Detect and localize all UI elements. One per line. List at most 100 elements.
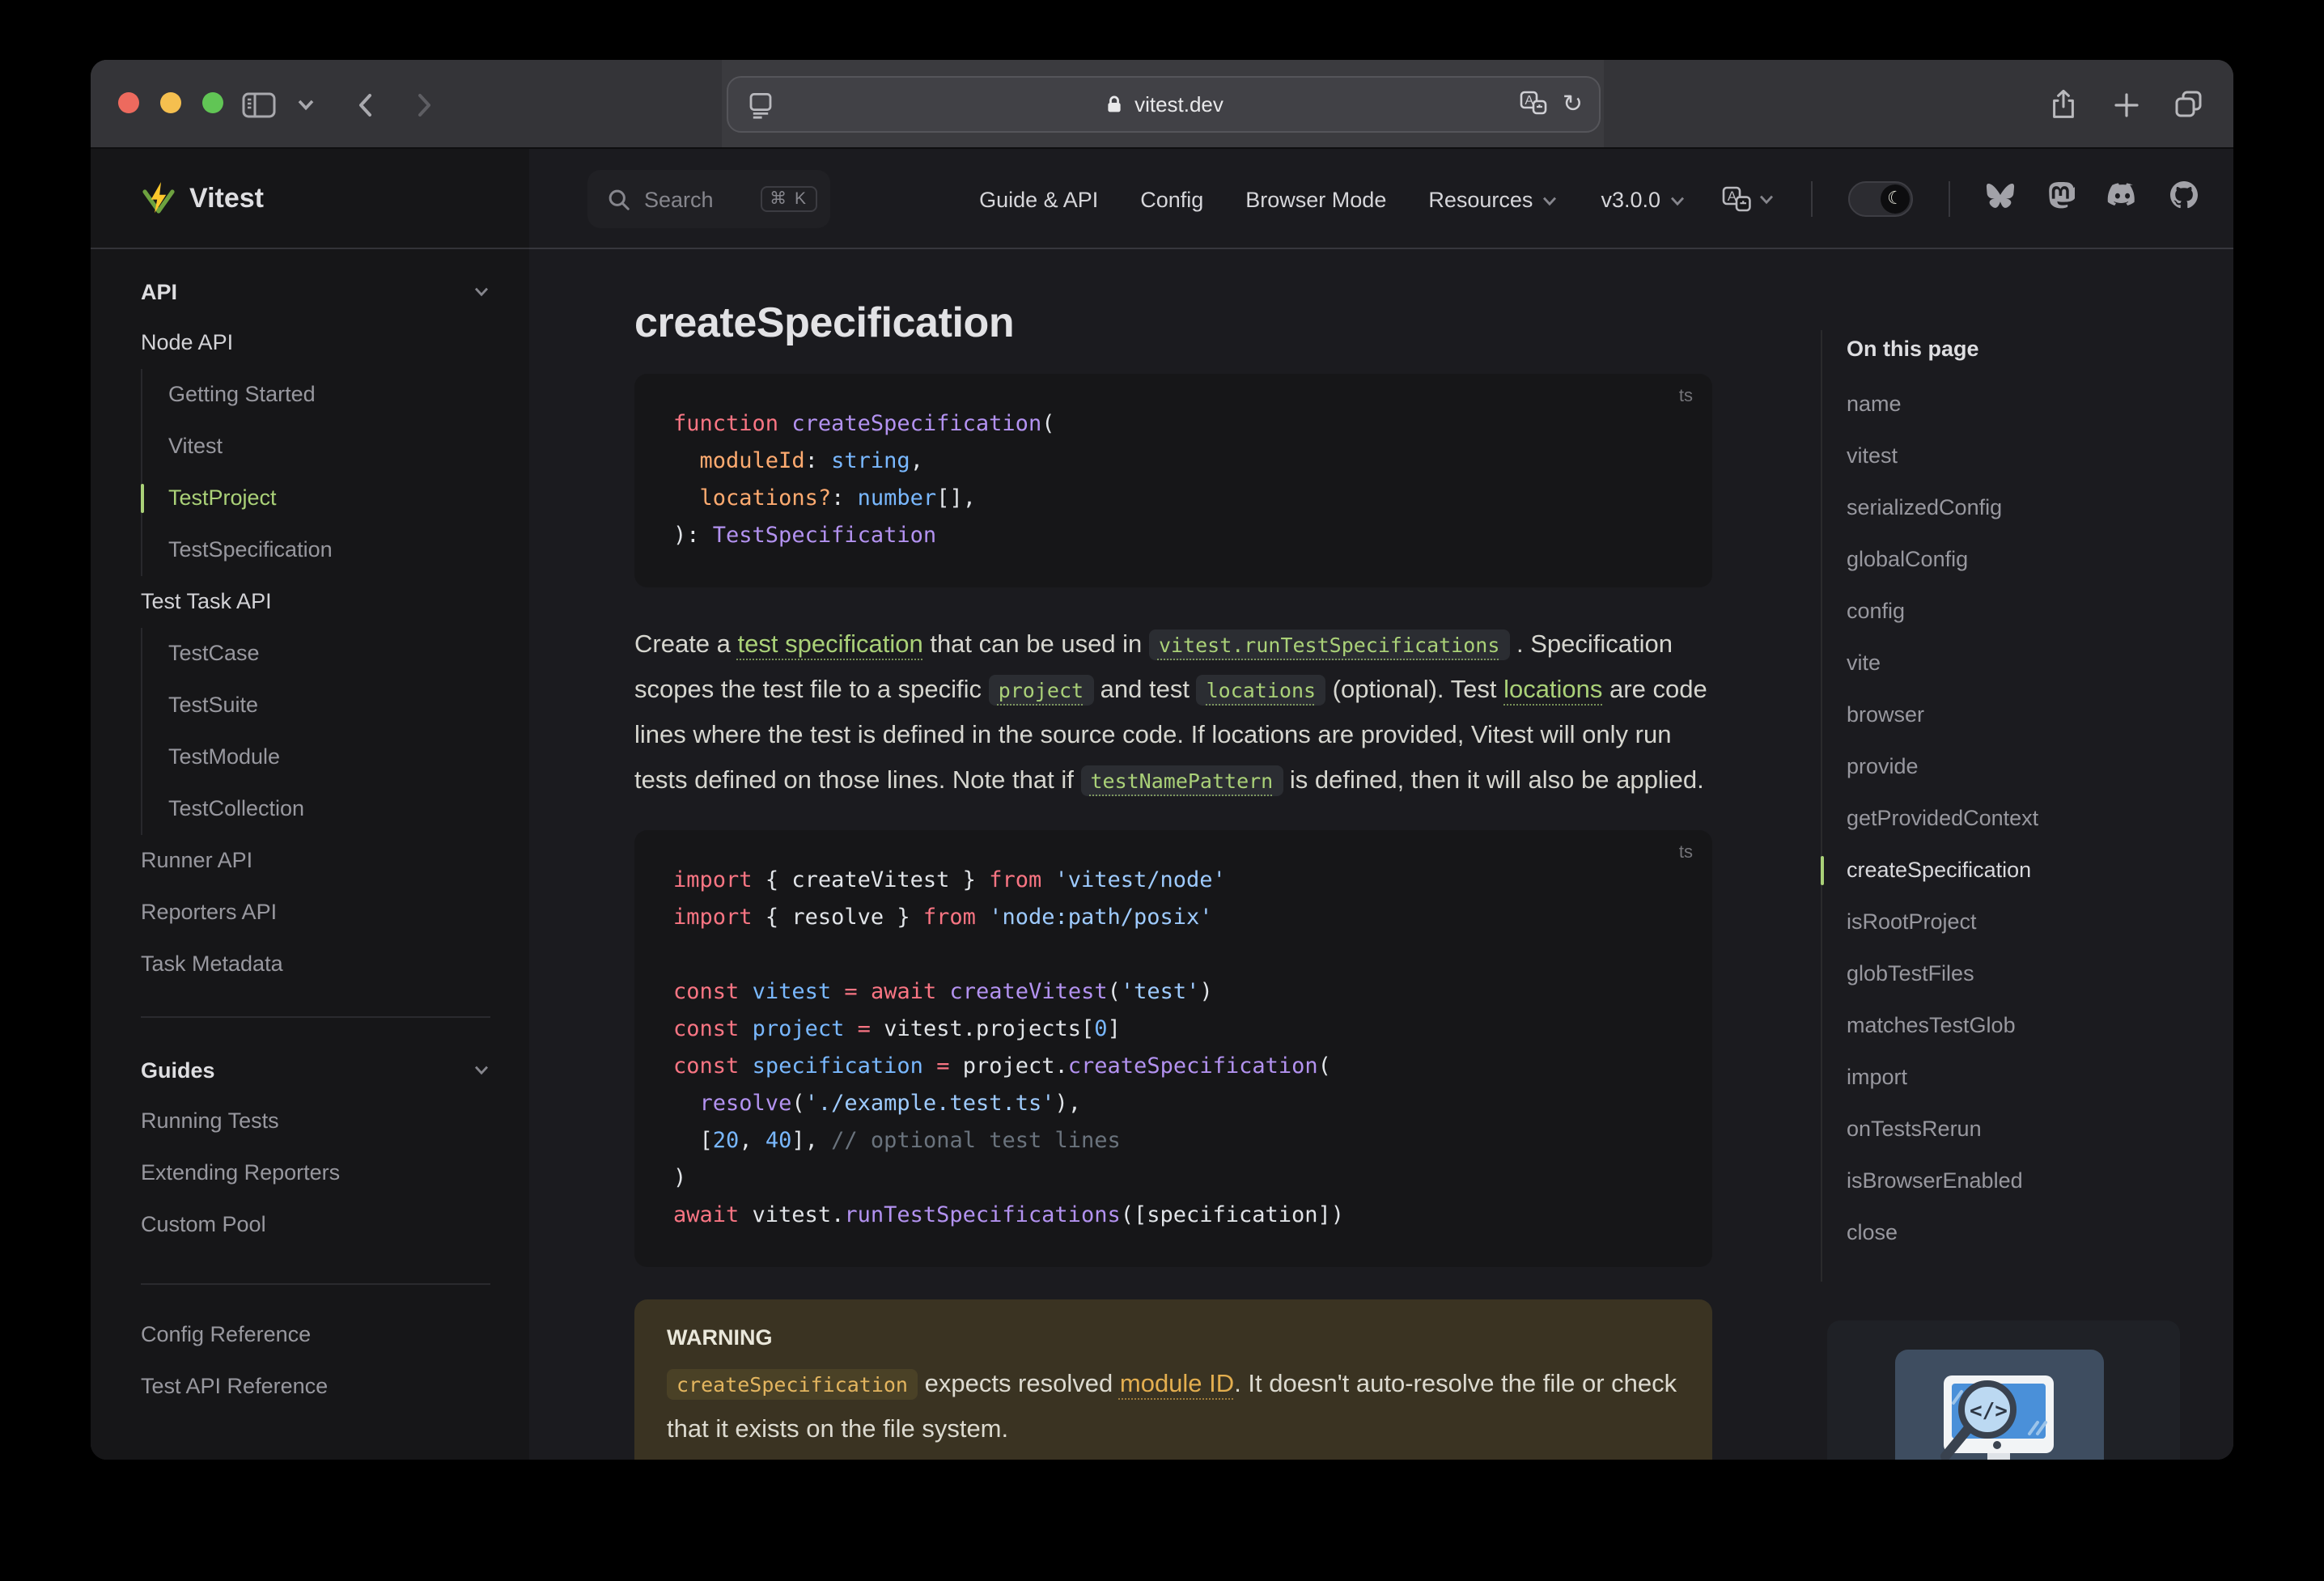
- forward-icon[interactable]: [408, 60, 440, 149]
- sidebar-item-runner-api[interactable]: Runner API: [141, 835, 490, 887]
- sidebar-chevron-icon[interactable]: [296, 60, 316, 149]
- inline-code-link[interactable]: project: [988, 675, 1094, 706]
- back-icon[interactable]: [350, 60, 382, 149]
- nav-item-browser-mode[interactable]: Browser Mode: [1245, 187, 1386, 211]
- zoom-button[interactable]: [202, 92, 223, 113]
- vitest-bolt-icon: [142, 182, 175, 214]
- toc-item-createspecification[interactable]: createSpecification: [1821, 845, 2212, 896]
- code-content: function createSpecification( moduleId: …: [634, 374, 1712, 587]
- sidebar-nav: API Node API Getting Started Vitest TestProj…: [91, 149, 529, 1413]
- nav-item-v3-0-0[interactable]: v3.0.0: [1601, 187, 1686, 211]
- share-icon[interactable]: [2047, 60, 2080, 149]
- search-shortcut: ⌘ K: [760, 186, 817, 212]
- code-content: import { createVitest } from 'vitest/nod…: [634, 830, 1712, 1267]
- sidebar-item-testspecification[interactable]: TestSpecification: [168, 524, 490, 576]
- sidebar-item-vitest[interactable]: Vitest: [168, 421, 490, 473]
- inline-code-link[interactable]: locations: [1196, 675, 1326, 706]
- toc-item-import[interactable]: import: [1847, 1052, 2212, 1104]
- sidebar-item-extending-reporters[interactable]: Extending Reporters: [141, 1147, 490, 1199]
- sidebar-item-running-tests[interactable]: Running Tests: [141, 1096, 490, 1147]
- code-inspect-illustration: </>: [1895, 1350, 2104, 1460]
- toc-item-getprovidedcontext[interactable]: getProvidedContext: [1847, 793, 2212, 845]
- code-language-label: ts: [1678, 843, 1693, 863]
- url-text: vitest.dev: [1104, 92, 1223, 117]
- dark-mode-toggle[interactable]: ☾: [1848, 181, 1913, 217]
- sidebar-toggle-icon[interactable]: [241, 60, 277, 149]
- toc-item-vite[interactable]: vite: [1847, 638, 2212, 689]
- divider: [1811, 181, 1813, 217]
- toc-item-matchestestglob[interactable]: matchesTestGlob: [1847, 1000, 2212, 1052]
- discord-icon[interactable]: [2107, 183, 2138, 215]
- inline-code-link[interactable]: vitest.runTestSpecifications: [1148, 629, 1510, 660]
- toc-item-name[interactable]: name: [1847, 379, 2212, 430]
- sidebar-section-guides[interactable]: Guides: [141, 1044, 490, 1096]
- toc-item-globalconfig[interactable]: globalConfig: [1847, 534, 2212, 586]
- toc-item-provide[interactable]: provide: [1847, 741, 2212, 793]
- sidebar-item-testproject[interactable]: TestProject: [141, 473, 490, 524]
- nav-item-guide-api[interactable]: Guide & API: [979, 187, 1098, 211]
- inline-link[interactable]: test specification: [738, 631, 923, 659]
- inline-link[interactable]: module ID: [1120, 1371, 1234, 1398]
- sidebar-divider: [141, 1283, 490, 1285]
- github-icon[interactable]: [2170, 181, 2198, 217]
- language-menu[interactable]: A: [1722, 186, 1775, 212]
- reader-icon[interactable]: [748, 92, 774, 125]
- logo-text: Vitest: [189, 183, 264, 214]
- toc-item-config[interactable]: config: [1847, 586, 2212, 638]
- traffic-lights: [118, 92, 223, 113]
- toc-item-isrootproject[interactable]: isRootProject: [1847, 896, 2212, 948]
- nav-item-label: Resources: [1428, 187, 1533, 211]
- search-input[interactable]: Search ⌘ K: [587, 170, 830, 228]
- sidebar-group-children: Getting Started Vitest TestProject TestSpec…: [141, 369, 490, 576]
- bluesky-icon[interactable]: [1986, 182, 2015, 216]
- code-line: ): TestSpecification: [673, 523, 937, 549]
- page-translate-icon[interactable]: A: [1520, 90, 1548, 119]
- toc-item-browser[interactable]: browser: [1847, 689, 2212, 741]
- sidebar-item-custom-pool[interactable]: Custom Pool: [141, 1199, 490, 1251]
- code-line: ): [673, 1165, 687, 1191]
- code-line: import { resolve } from 'node:path/posix…: [673, 905, 1213, 930]
- sidebar-item-node-api[interactable]: Node API: [141, 317, 490, 369]
- reload-icon[interactable]: ↻: [1563, 92, 1583, 117]
- new-tab-icon[interactable]: [2110, 60, 2143, 149]
- toc-item-vitest[interactable]: vitest: [1847, 430, 2212, 482]
- sidebar-item-test-api-reference[interactable]: Test API Reference: [141, 1361, 490, 1413]
- nav-item-label: Browser Mode: [1245, 187, 1387, 211]
- sidebar-item-task-metadata[interactable]: Task Metadata: [141, 939, 490, 990]
- sponsor-card[interactable]: </>: [1827, 1320, 2180, 1460]
- sidebar-item-getting started[interactable]: Getting Started: [168, 369, 490, 421]
- nav-item-label: v3.0.0: [1601, 187, 1660, 211]
- close-button[interactable]: [118, 92, 139, 113]
- code-line: moduleId: string,: [699, 448, 923, 474]
- sidebar-item-reporters-api[interactable]: Reporters API: [141, 887, 490, 939]
- sidebar-item-test-task-api[interactable]: Test Task API: [141, 576, 490, 628]
- inline-code-link[interactable]: testNamePattern: [1080, 765, 1283, 796]
- sidebar-item-testcase[interactable]: TestCase: [168, 628, 490, 680]
- chevron-down-icon: [474, 286, 489, 296]
- nav-item-config[interactable]: Config: [1140, 187, 1203, 211]
- sidebar-item-config-reference[interactable]: Config Reference: [141, 1309, 490, 1361]
- code-line: function createSpecification(: [673, 411, 1055, 437]
- toc-item-close[interactable]: close: [1847, 1207, 2212, 1259]
- nav-item-resources[interactable]: Resources: [1428, 187, 1559, 211]
- sidebar-divider: [141, 1016, 490, 1018]
- warning-callout: WARNING createSpecification expects reso…: [634, 1299, 1712, 1460]
- toc-item-serializedconfig[interactable]: serializedConfig: [1847, 482, 2212, 534]
- sidebar-item-testcollection[interactable]: TestCollection: [168, 783, 490, 835]
- safari-window: vitest.dev A ↻ API Node API Getting Star…: [91, 60, 2233, 1460]
- toc-item-ontestsrerun[interactable]: onTestsRerun: [1847, 1104, 2212, 1155]
- inline-link[interactable]: locations: [1503, 676, 1602, 704]
- minimize-button[interactable]: [160, 92, 181, 113]
- search-label: Search: [644, 187, 714, 211]
- mastodon-icon[interactable]: [2047, 180, 2076, 218]
- sidebar-group-children: TestCase TestSuite TestModule TestCollectio…: [141, 628, 490, 835]
- vitest-logo[interactable]: Vitest: [141, 149, 264, 249]
- screen: vitest.dev A ↻ API Node API Getting Star…: [0, 0, 2324, 1581]
- address-bar[interactable]: vitest.dev A ↻: [727, 76, 1601, 133]
- sidebar-item-testsuite[interactable]: TestSuite: [168, 680, 490, 731]
- toc-item-isbrowserenabled[interactable]: isBrowserEnabled: [1847, 1155, 2212, 1207]
- toc-item-globtestfiles[interactable]: globTestFiles: [1847, 948, 2212, 1000]
- tab-overview-icon[interactable]: [2172, 60, 2206, 149]
- sidebar-section-api[interactable]: API: [141, 265, 490, 317]
- sidebar-item-testmodule[interactable]: TestModule: [168, 731, 490, 783]
